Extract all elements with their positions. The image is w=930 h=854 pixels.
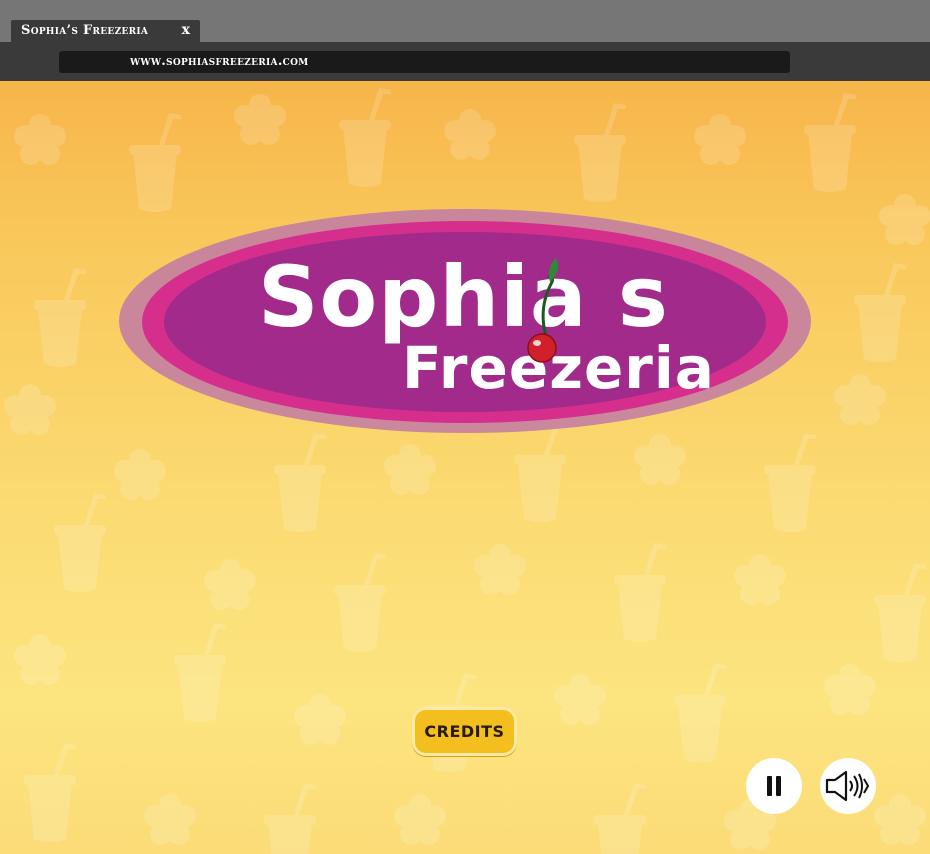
- browser-titlebar: Sophia’s Freezeria x: [0, 0, 930, 42]
- speaker-icon: [825, 770, 870, 802]
- sound-button[interactable]: [820, 758, 876, 814]
- pause-icon: [767, 776, 781, 796]
- logo-title-line2: Freezeria: [402, 334, 715, 402]
- url-field[interactable]: www.sophiasfreezeria.com: [59, 51, 790, 73]
- tab-title: Sophia’s Freezeria: [21, 23, 149, 38]
- game-canvas[interactable]: Sophia s Freezeria CREDITS: [0, 81, 930, 854]
- logo-title-line1: Sophia s: [258, 248, 669, 346]
- credits-label: CREDITS: [424, 722, 505, 741]
- tab-close-button[interactable]: x: [182, 22, 190, 38]
- credits-button[interactable]: CREDITS: [412, 707, 517, 756]
- game-logo: Sophia s Freezeria: [119, 209, 811, 433]
- pause-button[interactable]: [746, 758, 802, 814]
- url-text: www.sophiasfreezeria.com: [130, 54, 309, 69]
- address-bar: www.sophiasfreezeria.com: [0, 42, 930, 81]
- browser-tab[interactable]: Sophia’s Freezeria x: [11, 20, 200, 42]
